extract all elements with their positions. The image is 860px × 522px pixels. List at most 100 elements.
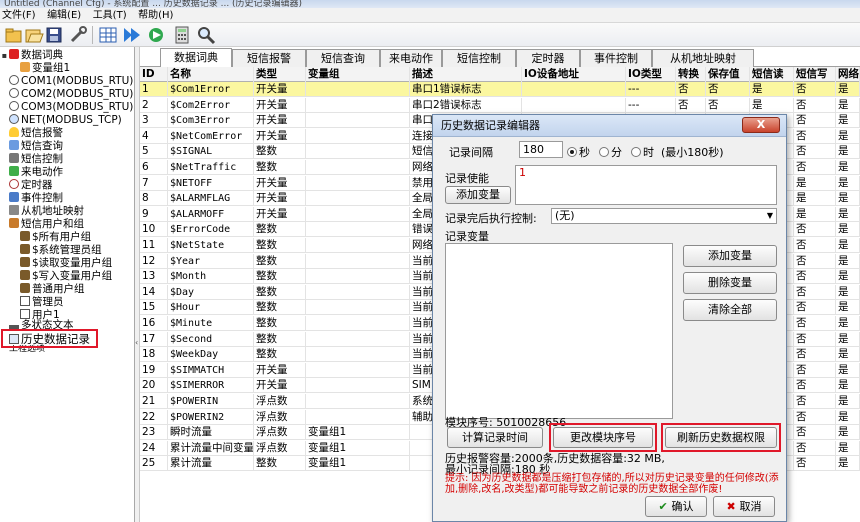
- radio-minutes[interactable]: 分: [599, 144, 622, 160]
- tab-event-control[interactable]: 事件控制: [580, 49, 652, 67]
- connect-icon[interactable]: [146, 25, 166, 45]
- tree-item-sms-users[interactable]: 短信用户和组: [9, 218, 84, 231]
- tree-item-all-users[interactable]: $所有用户组: [20, 231, 91, 244]
- open-icon[interactable]: [24, 25, 44, 45]
- tree-item-sms-query[interactable]: 短信查询: [9, 140, 63, 153]
- column-header[interactable]: 类型: [254, 67, 306, 82]
- tree-item-sms-control[interactable]: 短信控制: [9, 153, 63, 166]
- table-cell: 浮点数: [254, 409, 306, 425]
- control-icon: [9, 153, 19, 163]
- tree-item-slave-map[interactable]: 从机地址映射: [9, 205, 84, 218]
- user-group-icon: [20, 270, 30, 280]
- record-variables-list[interactable]: [445, 243, 673, 419]
- tree-item-group1[interactable]: 变量组1: [20, 62, 70, 75]
- table-cell: 浮点数: [254, 394, 306, 409]
- tab-sms-control[interactable]: 短信控制: [442, 49, 516, 67]
- dialog-close-button[interactable]: X: [742, 117, 780, 133]
- column-header[interactable]: 名称: [168, 67, 254, 82]
- clear-all-button[interactable]: 清除全部: [683, 299, 777, 321]
- column-header[interactable]: 描述: [410, 67, 522, 82]
- table-cell: 是: [836, 300, 860, 316]
- search-icon[interactable]: [196, 25, 216, 45]
- table-cell: 否: [676, 97, 706, 113]
- tree-item-write-group[interactable]: $写入变量用户组: [20, 270, 112, 283]
- table-row[interactable]: 1 $Com1Error 开关量 串口1错误标志 --- 否否是否是: [140, 82, 860, 97]
- table-cell: 2: [140, 97, 168, 113]
- after-control-select[interactable]: (无) ▼: [551, 208, 777, 224]
- column-header[interactable]: IO类型: [626, 67, 676, 82]
- tree-item-administrator[interactable]: 管理员: [20, 296, 64, 309]
- column-header[interactable]: 转换: [676, 67, 706, 82]
- grid-icon[interactable]: [98, 25, 118, 45]
- table-cell: $Month: [168, 269, 254, 285]
- tree-item-timer[interactable]: 定时器: [9, 179, 53, 192]
- radio-seconds[interactable]: 秒: [567, 144, 590, 160]
- column-header[interactable]: 变量组: [306, 67, 410, 82]
- cancel-button[interactable]: ✖ 取消: [713, 496, 775, 517]
- tree-item-normal-group[interactable]: 普通用户组: [20, 283, 85, 296]
- add-variable-small-button[interactable]: 添加变量: [445, 186, 511, 204]
- tree-item-event-control[interactable]: 事件控制: [9, 192, 63, 205]
- add-variable-button[interactable]: 添加变量: [683, 245, 777, 267]
- toolbar: [0, 23, 860, 47]
- user-group-icon: [20, 283, 30, 293]
- calc-record-time-button[interactable]: 计算记录时间: [447, 427, 543, 448]
- tree-item-com3[interactable]: COM3(MODBUS_RTU): [9, 101, 133, 114]
- table-row[interactable]: 2 $Com2Error 开关量 串口2错误标志 --- 否否是否是: [140, 97, 860, 113]
- radio-hours[interactable]: 时: [631, 144, 654, 160]
- column-header[interactable]: 短信写: [794, 67, 836, 82]
- new-folder-icon[interactable]: [4, 25, 24, 45]
- user-group-icon: [20, 257, 30, 267]
- enable-expression-input[interactable]: 1: [515, 165, 777, 205]
- table-cell: 21: [140, 394, 168, 409]
- tab-data-dictionary[interactable]: 数据词典: [160, 48, 232, 68]
- menu-edit[interactable]: 编辑(E): [45, 8, 87, 23]
- database-icon: [9, 49, 19, 59]
- table-cell: 是: [836, 394, 860, 409]
- table-cell: 整数: [254, 160, 306, 175]
- save-icon[interactable]: [44, 25, 64, 45]
- tree-item-com2[interactable]: COM2(MODBUS_RTU): [9, 88, 133, 101]
- column-header[interactable]: 保存值: [706, 67, 750, 82]
- event-icon: [9, 192, 19, 202]
- table-cell: 是: [836, 222, 860, 238]
- table-cell: 否: [794, 160, 836, 175]
- tree-item-sms-alarm[interactable]: 短信报警: [9, 127, 63, 140]
- menu-tools[interactable]: 工具(T): [91, 8, 133, 23]
- tree-item-incoming-call[interactable]: 来电动作: [9, 166, 63, 179]
- column-header[interactable]: ID: [140, 67, 168, 82]
- tree-item-admin-group[interactable]: $系统管理员组: [20, 244, 102, 257]
- tree-item-net[interactable]: NET(MODBUS_TCP): [9, 114, 122, 127]
- history-editor-dialog: 历史数据记录编辑器 X 记录间隔 180 秒 分 时 (最小180秒) 记录使能…: [432, 114, 787, 522]
- interval-input[interactable]: 180: [519, 141, 563, 158]
- tab-timer[interactable]: 定时器: [516, 49, 580, 67]
- window-title: Untitled (Channel Cfg) - 系统配置 ... 历史数据记录…: [4, 0, 303, 8]
- ok-button[interactable]: ✔ 确认: [645, 496, 707, 517]
- tab-slave-map[interactable]: 从机地址映射: [652, 49, 754, 67]
- tree-item-com1[interactable]: COM1(MODBUS_RTU): [9, 75, 133, 88]
- tab-sms-alarm[interactable]: 短信报警: [232, 49, 306, 67]
- table-cell: 15: [140, 300, 168, 316]
- table-cell: 否: [794, 253, 836, 269]
- column-header[interactable]: 短信读: [750, 67, 794, 82]
- run-icon[interactable]: [122, 25, 142, 45]
- tree-item-read-group[interactable]: $读取变量用户组: [20, 257, 112, 270]
- table-cell: 整数: [254, 269, 306, 285]
- table-cell: 浮点数: [254, 440, 306, 456]
- calculator-icon[interactable]: [172, 25, 192, 45]
- table-cell: 否: [706, 97, 750, 113]
- network-icon: [9, 114, 19, 124]
- tab-incoming-call[interactable]: 来电动作: [380, 49, 442, 67]
- menu-help[interactable]: 帮助(H): [136, 8, 179, 23]
- expander-icon[interactable]: ▪: [1, 52, 8, 60]
- table-cell: 是: [750, 97, 794, 113]
- tools-icon[interactable]: [68, 25, 88, 45]
- table-cell: 串口2错误标志: [410, 97, 522, 113]
- delete-variable-button[interactable]: 删除变量: [683, 272, 777, 294]
- tree-item-data-dictionary[interactable]: 数据词典: [9, 49, 63, 62]
- map-icon: [9, 205, 19, 215]
- menu-file[interactable]: 文件(F): [0, 8, 42, 23]
- column-header[interactable]: 网络: [836, 67, 860, 82]
- tab-sms-query[interactable]: 短信查询: [306, 49, 380, 67]
- column-header[interactable]: IO设备地址: [522, 67, 626, 82]
